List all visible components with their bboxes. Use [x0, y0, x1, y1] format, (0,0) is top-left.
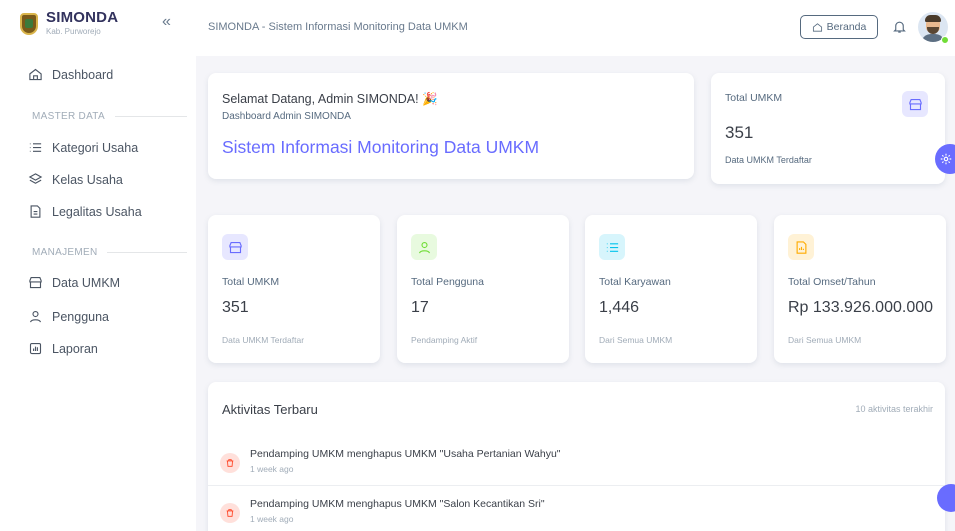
stat-value: 351 — [725, 123, 754, 142]
welcome-title: Sistem Informasi Monitoring Data UMKM — [222, 137, 540, 157]
page-title: SIMONDA - Sistem Informasi Monitoring Da… — [208, 21, 468, 33]
sidebar-item-kategori-usaha[interactable]: Kategori Usaha — [28, 140, 138, 155]
sidebar-item-data-umkm[interactable]: Data UMKM — [28, 275, 120, 290]
menu-header-master: MASTER DATA — [32, 111, 187, 122]
welcome-subheading: Dashboard Admin SIMONDA — [222, 111, 351, 122]
online-status-dot — [941, 36, 949, 44]
activity-title: Aktivitas Terbaru — [222, 402, 318, 417]
sidebar-item-laporan[interactable]: Laporan — [28, 341, 98, 356]
stat-label: Total Pengguna — [411, 276, 484, 288]
sidebar: SIMONDA Kab. Purworejo « Dashboard MASTE… — [0, 0, 196, 531]
welcome-card: Selamat Datang, Admin SIMONDA! 🎉 Dashboa… — [208, 73, 694, 179]
collapse-sidebar-icon[interactable]: « — [162, 14, 171, 30]
stat-card-total-pengguna: Total Pengguna 17 Pendamping Aktif — [397, 215, 569, 363]
brand-subtitle: Kab. Purworejo — [46, 27, 101, 36]
report-icon — [788, 234, 814, 260]
home-icon — [812, 22, 822, 32]
sidebar-item-label: Dashboard — [52, 67, 114, 82]
trash-icon — [220, 453, 240, 473]
stat-card-total-karyawan: Total Karyawan 1,446 Dari Semua UMKM — [585, 215, 757, 363]
stat-card-total-omset: Total Omset/Tahun Rp 133.926.000.000 Dar… — [774, 215, 946, 363]
menu-header-manajemen: MANAJEMEN — [32, 247, 188, 258]
stat-label: Total UMKM — [222, 276, 280, 288]
stat-value: 351 — [222, 299, 249, 316]
stat-label: Total UMKM — [725, 92, 783, 104]
sidebar-item-dashboard[interactable]: Dashboard — [28, 67, 113, 82]
topbar: SIMONDA - Sistem Informasi Monitoring Da… — [196, 0, 955, 56]
user-icon — [411, 234, 437, 260]
list-icon — [599, 234, 625, 260]
list-icon — [29, 143, 42, 152]
sidebar-item-label: Laporan — [52, 341, 98, 356]
store-icon — [29, 276, 42, 289]
stat-subtext: Pendamping Aktif — [411, 335, 478, 345]
activity-card: Aktivitas Terbaru 10 aktivitas terakhir … — [208, 382, 945, 531]
sidebar-item-kelas-usaha[interactable]: Kelas Usaha — [28, 172, 123, 187]
user-icon — [29, 310, 42, 323]
stat-card-total-umkm: Total UMKM 351 Data UMKM Terdaftar — [208, 215, 380, 363]
brand[interactable]: SIMONDA Kab. Purworejo — [20, 10, 118, 37]
sidebar-item-legalitas-usaha[interactable]: Legalitas Usaha — [28, 204, 142, 219]
activity-time: 1 week ago — [250, 464, 294, 474]
beranda-button[interactable]: Beranda — [800, 15, 878, 39]
sidebar-item-label: Pengguna — [52, 309, 110, 324]
sidebar-item-label: Data UMKM — [52, 275, 121, 290]
stat-subtext: Dari Semua UMKM — [599, 335, 673, 345]
report-icon — [29, 342, 42, 355]
activity-time: 1 week ago — [250, 514, 294, 524]
home-icon — [29, 68, 42, 81]
activity-item: Pendamping UMKM menghapus UMKM "Salon Ke… — [208, 490, 945, 531]
store-icon — [902, 91, 928, 117]
stat-value: Rp 133.926.000.000 — [788, 299, 934, 316]
stat-subtext: Data UMKM Terdaftar — [222, 335, 305, 345]
layers-icon — [28, 173, 43, 184]
activity-text: Pendamping UMKM menghapus UMKM "Salon Ke… — [250, 498, 545, 510]
stat-value: 17 — [411, 299, 429, 316]
logo-icon — [20, 12, 38, 35]
activity-item: Pendamping UMKM menghapus UMKM "Usaha Pe… — [208, 440, 945, 482]
activity-count: 10 aktivitas terakhir — [855, 404, 933, 414]
notification-bell-icon[interactable] — [892, 19, 907, 39]
stat-subtext: Data UMKM Terdaftar — [725, 155, 812, 165]
sidebar-item-label: Legalitas Usaha — [52, 204, 142, 219]
sidebar-item-label: Kelas Usaha — [52, 172, 123, 187]
stat-label: Total Omset/Tahun — [788, 276, 876, 288]
total-umkm-summary-card: Total UMKM 351 Data UMKM Terdaftar — [711, 73, 945, 184]
divider — [208, 485, 945, 486]
stat-subtext: Dari Semua UMKM — [788, 335, 862, 345]
brand-name: SIMONDA — [46, 9, 119, 26]
trash-icon — [220, 503, 240, 523]
sidebar-item-pengguna[interactable]: Pengguna — [28, 309, 109, 324]
stat-value: 1,446 — [599, 299, 640, 316]
stat-label: Total Karyawan — [599, 276, 671, 288]
sidebar-item-label: Kategori Usaha — [52, 140, 139, 155]
activity-text: Pendamping UMKM menghapus UMKM "Usaha Pe… — [250, 448, 561, 460]
file-text-icon — [30, 205, 41, 218]
welcome-heading: Selamat Datang, Admin SIMONDA! 🎉 — [222, 92, 438, 106]
store-icon — [222, 234, 248, 260]
